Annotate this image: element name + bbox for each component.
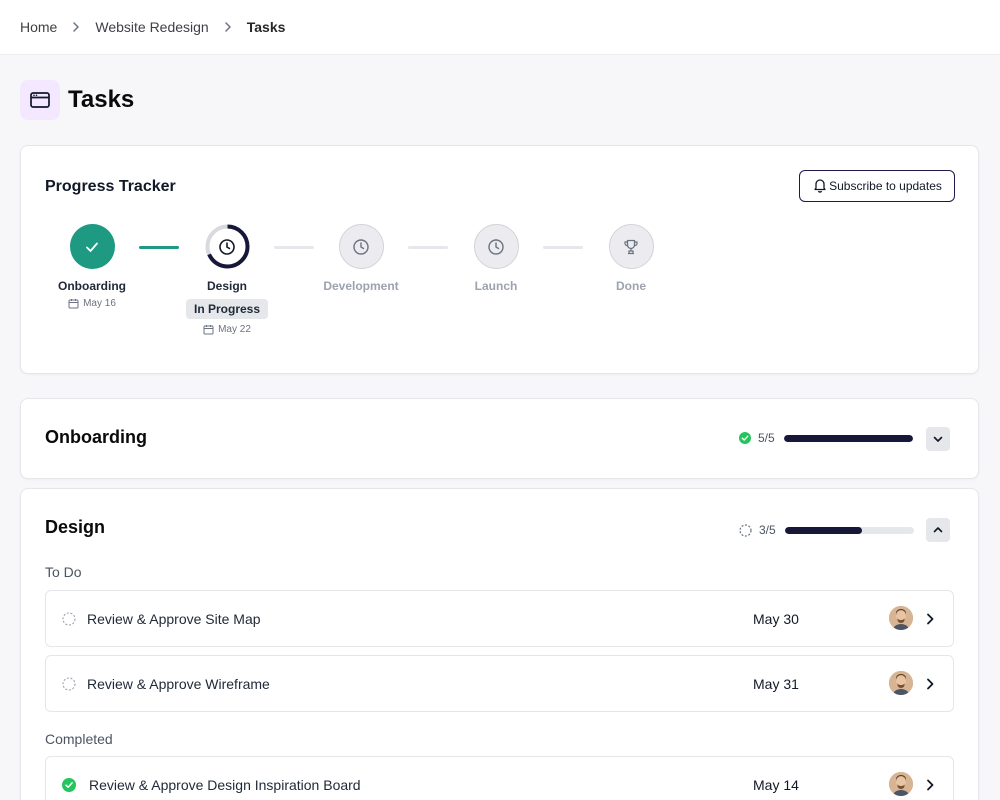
subscribe-label: Subscribe to updates [829,179,942,193]
task-row[interactable]: Review & Approve Design Inspiration Boar… [45,756,954,800]
task-due-date: May 14 [753,777,799,793]
check-icon [86,242,98,252]
task-row[interactable]: Review & Approve Wireframe May 31 [45,655,954,712]
chevron-down-icon [933,436,943,442]
breadcrumb-home[interactable]: Home [20,19,57,35]
chevron-right-icon [209,21,247,33]
avatar [889,772,913,796]
step-date: May 16 [68,298,116,309]
trophy-icon [624,239,638,254]
chevron-right-icon [927,779,934,791]
task-due-date: May 30 [753,611,799,627]
section-progress: 5/5 [739,431,913,445]
step-label: Development [323,279,399,293]
progress-tracker-card: Progress Tracker Subscribe to updates On… [20,145,979,374]
step-launch[interactable]: Launch [436,224,556,293]
step-label: Onboarding [58,279,126,293]
clock-icon [488,238,504,255]
dashed-circle-icon [739,523,752,537]
check-circle-icon [739,432,751,444]
progress-count: 5/5 [758,431,775,445]
progress-count: 3/5 [759,523,776,537]
progress-bar [785,526,914,534]
step-status-circle [608,224,654,269]
chevron-right-icon [57,21,95,33]
section-onboarding: Onboarding 5/5 [20,398,979,479]
task-due-date: May 31 [753,676,799,692]
tracker-title: Progress Tracker [45,178,176,195]
section-title: Design [45,517,106,537]
step-label: Design [206,279,247,293]
page-title: Tasks [68,86,135,113]
step-date-text: May 16 [83,298,116,309]
progress-bar-fill [784,434,913,442]
calendar-icon [203,325,214,335]
collapse-toggle-button[interactable] [926,518,950,542]
chevron-right-icon [927,613,934,625]
progress-bar [784,434,913,442]
step-development[interactable]: Development [301,224,421,293]
clock-icon [353,238,369,255]
check-circle-icon [62,778,76,792]
expand-toggle-button[interactable] [926,427,950,451]
subscribe-button[interactable]: Subscribe to updates [799,170,955,202]
step-status-circle [473,224,519,269]
step-label: Done [616,279,646,293]
breadcrumb-current: Tasks [246,19,286,35]
chevron-up-icon [933,527,943,533]
step-status-circle [69,224,115,269]
breadcrumb: Home Website Redesign Tasks [0,0,1000,55]
step-status-circle [204,224,250,269]
status-badge: In Progress [185,299,269,319]
section-design: Design 3/5 To Do Review & Approve Site M… [20,488,979,800]
task-row[interactable]: Review & Approve Site Map May 30 [45,590,954,647]
step-done[interactable]: Done [571,224,691,293]
section-progress: 3/5 [739,523,914,537]
progress-bar-fill [785,526,863,534]
avatar [889,606,913,630]
browser-window-icon [20,80,60,120]
calendar-icon [68,299,79,309]
step-design[interactable]: Design In Progress May 22 [167,224,287,335]
task-title: Review & Approve Site Map [87,611,261,627]
step-status-circle [338,224,384,269]
group-label-completed: Completed [45,731,113,747]
chevron-right-icon [927,678,934,690]
dashed-circle-icon [62,612,76,626]
step-date-text: May 22 [218,324,251,335]
dashed-circle-icon [62,677,76,691]
section-title: Onboarding [45,427,147,447]
breadcrumb-project[interactable]: Website Redesign [95,19,208,35]
group-label-todo: To Do [45,564,82,580]
task-title: Review & Approve Design Inspiration Boar… [89,777,361,793]
page-header: Tasks [20,80,134,120]
task-title: Review & Approve Wireframe [87,676,270,692]
clock-icon [219,238,235,255]
step-label: Launch [474,279,518,293]
step-onboarding[interactable]: Onboarding May 16 [32,224,152,309]
step-date: May 22 [203,324,251,335]
avatar [889,671,913,695]
bell-icon [812,177,828,196]
